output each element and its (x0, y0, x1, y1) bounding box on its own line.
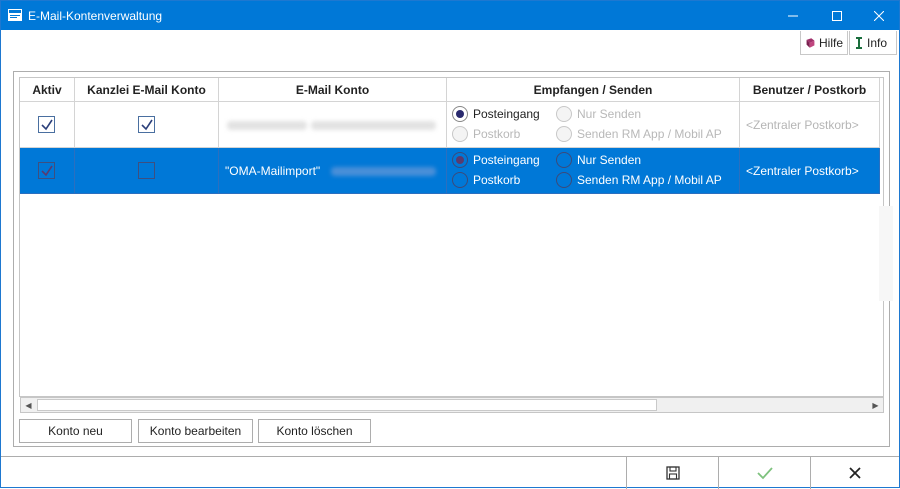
scroll-left-arrow-icon[interactable]: ◀ (21, 398, 36, 412)
radio-label: Senden RM App / Mobil AP (577, 173, 722, 187)
checkmark-icon (41, 119, 53, 130)
email-cell[interactable] (219, 102, 447, 148)
radio-senden-rm[interactable]: Senden RM App / Mobil AP (556, 126, 722, 142)
radio-selected-icon (452, 152, 468, 168)
column-header-aktiv[interactable]: Aktiv (20, 78, 75, 102)
window-title: E-Mail-Kontenverwaltung (28, 9, 163, 23)
aktiv-checkbox[interactable] (38, 161, 55, 179)
redacted-text (311, 121, 436, 130)
book-icon (806, 37, 815, 48)
redacted-text (227, 121, 307, 130)
table-row[interactable]: Posteingang Postkorb Nur Senden Senden R… (20, 102, 880, 148)
kanzlei-cell (75, 148, 219, 194)
table-row-selected[interactable]: "OMA-Mailimport" Posteingang Postkorb Nu… (20, 148, 880, 194)
aktiv-cell (20, 102, 75, 148)
save-button[interactable] (626, 457, 718, 489)
kanzlei-checkbox[interactable] (137, 115, 155, 133)
radio-label: Nur Senden (577, 107, 642, 121)
radio-label: Posteingang (473, 153, 540, 167)
info-label: Info (867, 35, 888, 50)
kanzlei-cell (75, 102, 219, 148)
info-icon (856, 36, 862, 49)
cancel-button[interactable] (810, 457, 899, 489)
info-button[interactable]: Info (849, 31, 897, 55)
postkorb-cell[interactable]: <Zentraler Postkorb> (740, 102, 880, 148)
app-icon (8, 9, 22, 21)
minimize-button[interactable] (770, 1, 816, 30)
radio-postkorb[interactable]: Postkorb (452, 126, 520, 142)
radio-posteingang[interactable]: Posteingang (452, 106, 540, 122)
scrollbar-thumb[interactable] (37, 399, 657, 411)
email-cell[interactable]: "OMA-Mailimport" (219, 148, 447, 194)
checkmark-icon (41, 165, 53, 176)
horizontal-scrollbar[interactable]: ◀ ▶ (20, 397, 884, 413)
accounts-table: Aktiv Kanzlei E-Mail Konto E-Mail Konto … (19, 77, 884, 397)
checkmark-icon (756, 467, 773, 480)
minimize-icon (788, 15, 798, 16)
radio-selected-icon (452, 106, 468, 122)
scroll-right-arrow-icon[interactable]: ▶ (868, 398, 883, 412)
postkorb-value: <Zentraler Postkorb> (746, 118, 859, 132)
delete-account-button[interactable]: Konto löschen (258, 419, 371, 443)
save-icon (665, 466, 680, 480)
radio-label: Posteingang (473, 107, 540, 121)
radio-nur-senden[interactable]: Nur Senden (556, 152, 641, 168)
edit-account-button[interactable]: Konto bearbeiten (138, 419, 253, 443)
radio-postkorb[interactable]: Postkorb (452, 172, 520, 188)
radio-icon (556, 106, 572, 122)
aktiv-checkbox[interactable] (38, 115, 55, 133)
close-icon (874, 10, 884, 21)
close-button[interactable] (856, 1, 900, 30)
new-account-button[interactable]: Konto neu (19, 419, 132, 443)
empfangen-senden-cell: Posteingang Postkorb Nur Senden Senden R… (447, 148, 740, 194)
ok-button[interactable] (718, 457, 810, 489)
maximize-icon (832, 10, 842, 21)
radio-label: Nur Senden (577, 153, 642, 167)
postkorb-cell[interactable]: <Zentraler Postkorb> (740, 148, 880, 194)
vertical-scrollbar-thumb[interactable] (879, 206, 893, 301)
footer-bar (1, 456, 899, 489)
close-icon (849, 467, 861, 479)
radio-nur-senden[interactable]: Nur Senden (556, 106, 641, 122)
title-bar[interactable]: E-Mail-Kontenverwaltung (1, 1, 899, 30)
radio-label: Postkorb (473, 173, 521, 187)
radio-icon (556, 126, 572, 142)
postkorb-value: <Zentraler Postkorb> (746, 164, 859, 178)
column-header-email[interactable]: E-Mail Konto (219, 78, 447, 102)
help-button[interactable]: Hilfe (800, 31, 848, 55)
radio-icon (556, 172, 572, 188)
maximize-button[interactable] (814, 1, 860, 30)
checkmark-icon (140, 119, 153, 130)
radio-label: Senden RM App / Mobil AP (577, 127, 722, 141)
aktiv-cell (20, 148, 75, 194)
email-accounts-window: E-Mail-Kontenverwaltung Hilfe Info Aktiv… (0, 0, 900, 489)
email-value: "OMA-Mailimport" (225, 164, 321, 178)
kanzlei-checkbox[interactable] (137, 161, 155, 179)
column-header-kanzlei[interactable]: Kanzlei E-Mail Konto (75, 78, 219, 102)
redacted-text (331, 167, 436, 176)
help-label: Hilfe (818, 35, 843, 50)
empfangen-senden-cell: Posteingang Postkorb Nur Senden Senden R… (447, 102, 740, 148)
radio-icon (452, 126, 468, 142)
column-header-benutzer-postkorb[interactable]: Benutzer / Postkorb (740, 78, 880, 102)
radio-senden-rm[interactable]: Senden RM App / Mobil AP (556, 172, 722, 188)
radio-label: Postkorb (473, 127, 521, 141)
column-header-empfangen-senden[interactable]: Empfangen / Senden (447, 78, 740, 102)
radio-posteingang[interactable]: Posteingang (452, 152, 540, 168)
radio-icon (556, 152, 572, 168)
radio-icon (452, 172, 468, 188)
